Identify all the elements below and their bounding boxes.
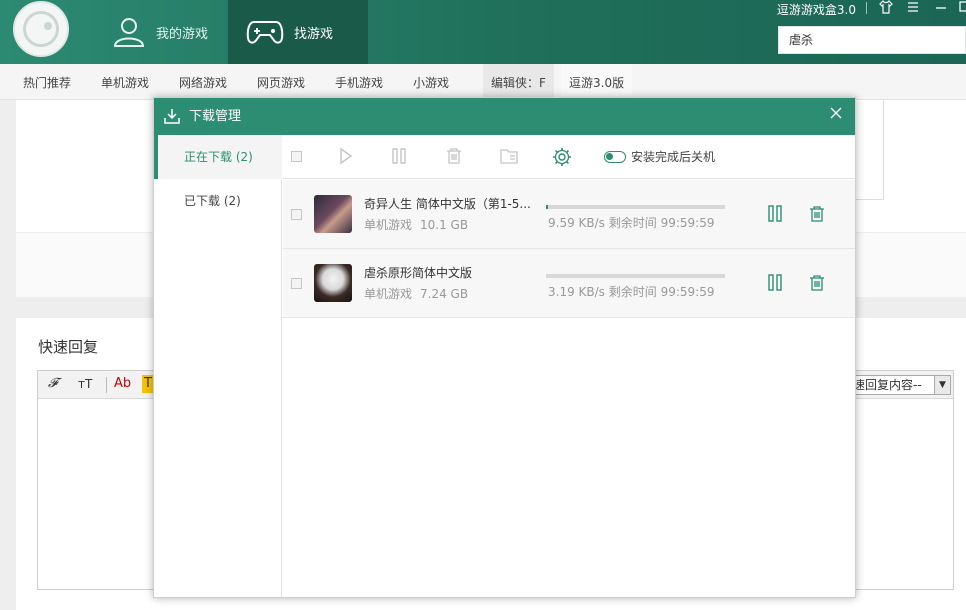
download-name: 奇异人生 简体中文版（第1-5... [364,197,531,211]
header-separator [866,2,867,14]
nav-web[interactable]: 网页游戏 [257,64,305,100]
shutdown-toggle-label: 安装完成后关机 [631,150,716,164]
toolbar-divider [106,377,107,393]
download-category: 单机游戏 [364,287,413,301]
tab-my-games-label: 我的游戏 [156,26,209,42]
dialog-sidebar: 正在下载 (2) 已下载 (2) [154,135,282,597]
tab-find-games[interactable]: 找游戏 [228,0,368,64]
download-icon [164,109,180,124]
quick-reply-title: 快速回复 [38,338,99,356]
download-category: 单机游戏 [364,218,413,232]
nav-online[interactable]: 网络游戏 [179,64,227,100]
download-row: 虐杀原形简体中文版 单机游戏 7.24 GB 3.19 KB/s 剩余时间 99:… [283,249,855,318]
chevron-down-icon: ▼ [934,376,950,394]
trash-icon[interactable] [808,205,826,223]
select-all-checkbox[interactable] [291,151,302,162]
category-nav: 热门推荐 单机游戏 网络游戏 网页游戏 手机游戏 小游戏 编辑侠：F 逗游3.0… [0,64,966,100]
font-color-button[interactable]: Ab [114,375,131,393]
download-row: 奇异人生 简体中文版（第1-5... 单机游戏 10.1 GB 9.59 KB/s… [283,180,855,249]
download-meta: 单机游戏 10.1 GB [364,216,476,233]
nav-mini[interactable]: 小游戏 [413,64,449,100]
start-icon[interactable] [339,147,353,165]
download-remaining: 剩余时间 99:59:59 [608,216,715,230]
search-input[interactable] [789,32,959,47]
pause-icon[interactable] [767,205,783,223]
nav-single[interactable]: 单机游戏 [101,64,149,100]
close-icon[interactable] [829,106,843,120]
download-name: 虐杀原形简体中文版 [364,266,473,280]
row-checkbox[interactable] [291,209,302,220]
tab-find-games-label: 找游戏 [294,26,334,42]
nav-douyou[interactable]: 逗游3.0版 [561,64,633,100]
download-status: 3.19 KB/s 剩余时间 99:59:59 [548,283,714,300]
dialog-toolbar: 安装完成后关机 [283,135,855,179]
menu-icon[interactable] [905,0,921,16]
game-thumbnail [314,195,352,233]
settings-icon[interactable] [552,147,572,167]
side-item-downloaded[interactable]: 已下载 (2) [154,179,282,223]
folder-icon[interactable] [499,147,519,165]
user-icon [113,18,145,47]
app-logo [13,1,69,57]
tab-my-games[interactable]: 我的游戏 [108,0,228,64]
nav-hot[interactable]: 热门推荐 [23,64,71,100]
game-thumbnail [314,264,352,302]
app-brand: 逗游游戏盒3.0 [776,3,856,17]
quick-reply-select-value: 速回复内容-- [853,378,922,392]
download-speed: 9.59 KB/s [548,216,605,230]
dialog-titlebar: 下载管理 [154,98,855,135]
pause-all-icon[interactable] [391,147,407,165]
download-manager-dialog: 下载管理 正在下载 (2) 已下载 (2) 安装完成后关机 奇异人生 简体中文版… [153,97,856,598]
download-remaining: 剩余时间 99:59:59 [608,285,715,299]
dialog-title: 下载管理 [189,109,242,124]
search-box[interactable] [778,26,966,54]
row-checkbox[interactable] [291,278,302,289]
maximize-icon[interactable] [956,0,966,16]
skin-icon[interactable] [878,0,894,16]
nav-mobile[interactable]: 手机游戏 [335,64,383,100]
font-size-button[interactable]: ᴛT [78,375,92,393]
download-speed: 3.19 KB/s [548,285,605,299]
minimize-icon[interactable] [933,0,949,16]
download-meta: 单机游戏 7.24 GB [364,285,476,302]
side-item-downloading[interactable]: 正在下载 (2) [154,135,282,179]
quick-reply-select[interactable]: 速回复内容-- ▼ [848,375,951,395]
download-size: 10.1 GB [420,218,469,232]
pause-icon[interactable] [767,274,783,292]
trash-icon[interactable] [808,274,826,292]
font-family-button[interactable]: 𝓕 [48,375,58,393]
app-header: 我的游戏 找游戏 逗游游戏盒3.0 [0,0,966,64]
delete-icon[interactable] [445,147,463,165]
download-size: 7.24 GB [420,287,469,301]
nav-editor[interactable]: 编辑侠：F [483,64,554,100]
download-progress [546,205,725,209]
gamepad-icon [246,21,284,44]
shutdown-toggle[interactable] [604,151,626,163]
progress-fill [546,205,548,209]
download-status: 9.59 KB/s 剩余时间 99:59:59 [548,214,714,231]
download-progress [546,274,725,278]
